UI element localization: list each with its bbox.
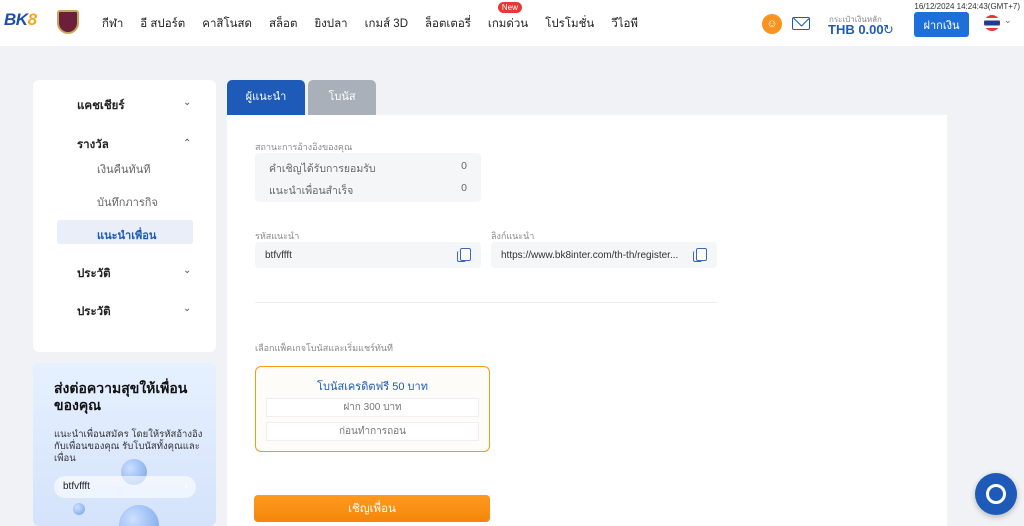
nav-item-quick-games[interactable]: New เกมด่วน bbox=[487, 2, 529, 33]
coin-icon bbox=[73, 503, 85, 515]
chevron-up-icon[interactable]: ⌃ bbox=[183, 138, 191, 149]
accepted-invites-label: คำเชิญได้รับการยอมรับ bbox=[269, 163, 376, 175]
logo-main-text: BK bbox=[4, 10, 28, 29]
promo-title: ส่งต่อความสุขให้เพื่อนของคุณ bbox=[54, 380, 188, 413]
main-nav: กีฬา อี สปอร์ต คาสิโนสด สล็อต ยิงปลา เกม… bbox=[102, 2, 655, 33]
referral-code-label: รหัสแนะนำ bbox=[255, 231, 300, 241]
referral-promo-card: ส่งต่อความสุขให้เพื่อนของคุณ แนะนำเพื่อน… bbox=[33, 363, 216, 526]
nav-item-promotions[interactable]: โปรโมชั่น bbox=[545, 15, 594, 33]
referral-code-value: btfvffft bbox=[265, 250, 292, 261]
package-select-label: เลือกแพ็คเกจโบนัสและเริ่มแชร์ทันที bbox=[255, 343, 393, 353]
promo-referral-code[interactable]: btfvffft › bbox=[54, 476, 196, 498]
chevron-down-icon[interactable]: ⌄ bbox=[183, 265, 191, 276]
chevron-down-icon[interactable]: ⌄ bbox=[183, 97, 191, 108]
successful-referrals-label: แนะนำเพื่อนสำเร็จ bbox=[269, 185, 354, 197]
successful-referrals-value: 0 bbox=[461, 182, 467, 194]
nav-item-vip[interactable]: วีไอพี bbox=[611, 15, 638, 33]
brand-logo[interactable]: BK8 bbox=[4, 10, 37, 30]
nav-item-esports[interactable]: อี สปอร์ต bbox=[140, 15, 185, 33]
sidebar-item-refer-friend-label: แนะนำเพื่อน bbox=[97, 230, 157, 242]
package-deposit-line: ฝาก 300 บาท bbox=[266, 398, 479, 417]
datetime-display: 16/12/2024 14:24:43(GMT+7) bbox=[914, 2, 1020, 11]
copy-icon[interactable] bbox=[457, 248, 471, 262]
sidebar-item-mission-log[interactable]: บันทึกภารกิจ bbox=[97, 193, 158, 211]
sidebar-item-rewards[interactable]: รางวัล bbox=[77, 136, 109, 154]
copy-icon[interactable] bbox=[693, 248, 707, 262]
sidebar-item-history-2[interactable]: ประวัติ bbox=[77, 303, 111, 321]
nav-item-live-casino[interactable]: คาสิโนสด bbox=[202, 15, 252, 33]
package-title: โบนัสเครดิตฟรี 50 บาท bbox=[317, 381, 428, 393]
tab-bonus[interactable]: โบนัส bbox=[308, 80, 376, 115]
refresh-icon[interactable]: ↻ bbox=[883, 22, 894, 38]
top-header: BK8 กีฬา อี สปอร์ต คาสิโนสด สล็อต ยิงปลา… bbox=[0, 0, 1024, 46]
referral-link-field[interactable]: https://www.bk8inter.com/th-th/register.… bbox=[491, 242, 717, 268]
referral-status-label: สถานะการอ้างอิงของคุณ bbox=[255, 142, 353, 152]
referral-panel: สถานะการอ้างอิงของคุณ คำเชิญได้รับการยอม… bbox=[227, 115, 947, 526]
thai-flag-icon[interactable] bbox=[984, 15, 1000, 31]
package-withdraw-line: ก่อนทำการถอน bbox=[266, 422, 479, 441]
nav-item-3d-games[interactable]: เกมส์ 3D bbox=[365, 15, 408, 33]
live-chat-icon[interactable] bbox=[975, 473, 1017, 515]
club-crest-icon[interactable] bbox=[57, 10, 79, 34]
mail-icon[interactable] bbox=[792, 17, 810, 30]
chevron-down-icon[interactable]: ⌄ bbox=[183, 303, 191, 314]
nav-item-fishing[interactable]: ยิงปลา bbox=[314, 15, 347, 33]
sidebar-item-refer-friend[interactable]: แนะนำเพื่อน bbox=[57, 220, 193, 244]
nav-item-quick-games-label: เกมด่วน bbox=[487, 18, 529, 30]
tab-referrer[interactable]: ผู้แนะนำ bbox=[227, 80, 305, 115]
referral-link-label: ลิงก์แนะนำ bbox=[491, 231, 535, 241]
nav-item-sports[interactable]: กีฬา bbox=[102, 15, 123, 33]
promo-code-text: btfvffft bbox=[63, 481, 90, 492]
bonus-package-card[interactable]: โบนัสเครดิตฟรี 50 บาท ฝาก 300 บาท ก่อนทำ… bbox=[255, 366, 490, 452]
new-badge: New bbox=[497, 2, 522, 13]
deposit-button[interactable]: ฝากเงิน bbox=[914, 12, 969, 37]
chevron-right-icon[interactable]: › bbox=[184, 480, 188, 492]
sidebar-menu: แคชเชียร์ ⌄ รางวัล ⌃ เงินคืนทันที บันทึก… bbox=[33, 80, 216, 352]
logo-accent-text: 8 bbox=[27, 10, 37, 29]
referral-link-value: https://www.bk8inter.com/th-th/register.… bbox=[501, 250, 679, 261]
nav-item-lottery[interactable]: ล็อตเตอรี่ bbox=[425, 15, 471, 33]
sidebar-item-instant-cashback[interactable]: เงินคืนทันที bbox=[97, 160, 151, 178]
referral-code-field[interactable]: btfvffft bbox=[255, 242, 481, 268]
invite-friend-button[interactable]: เชิญเพื่อน bbox=[254, 495, 490, 522]
user-profile-icon[interactable]: ☺ bbox=[762, 14, 782, 34]
sidebar-item-cashier[interactable]: แคชเชียร์ bbox=[77, 97, 125, 115]
divider bbox=[255, 302, 717, 303]
accepted-invites-value: 0 bbox=[461, 160, 467, 172]
chevron-down-icon[interactable]: ⌄ bbox=[1004, 15, 1012, 26]
coin-icon bbox=[119, 505, 159, 526]
balance-value: THB 0.00 bbox=[828, 22, 884, 37]
nav-item-slots[interactable]: สล็อต bbox=[269, 15, 297, 33]
referral-stats-box: คำเชิญได้รับการยอมรับ 0 แนะนำเพื่อนสำเร็… bbox=[255, 153, 481, 202]
sidebar-item-history-1[interactable]: ประวัติ bbox=[77, 265, 111, 283]
